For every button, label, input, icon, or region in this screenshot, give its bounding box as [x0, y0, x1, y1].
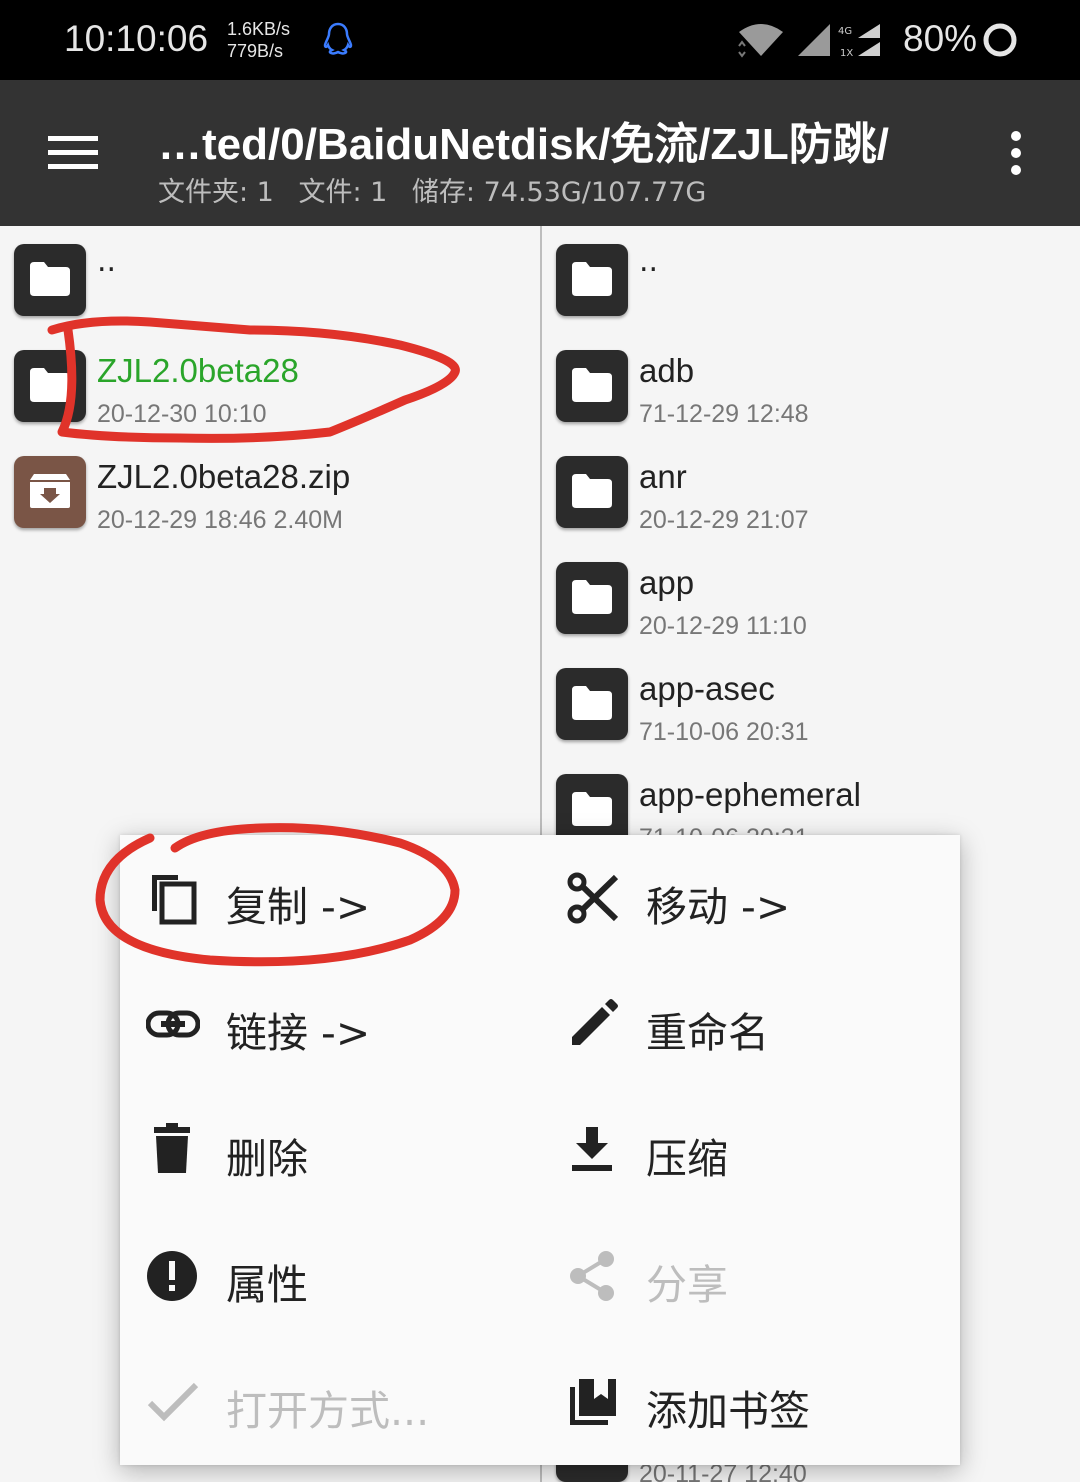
file-meta: 20-12-30 10:10 — [97, 400, 267, 428]
list-item[interactable]: app-asec 71-10-06 20:31 — [542, 650, 1080, 756]
menu-item-link[interactable]: 链接 -> — [120, 961, 540, 1087]
svg-text:4G: 4G — [838, 26, 852, 37]
file-name: app — [639, 564, 695, 601]
file-meta: 20-12-29 18:46 2.40M — [97, 506, 344, 534]
battery-icon — [983, 23, 1017, 57]
network-speed: 1.6KB/s 779B/s — [227, 18, 290, 62]
parent-directory-label: .. — [97, 244, 117, 279]
app-toolbar: …ted/0/BaiduNetdisk/免流/ZJL防跳/ 文件夹: 1 文件:… — [0, 80, 1080, 226]
file-meta: 71-10-06 20:31 — [639, 718, 809, 746]
speed-up: 779B/s — [227, 41, 284, 61]
file-meta: 20-12-29 21:07 — [639, 506, 809, 534]
copy-icon — [152, 875, 197, 925]
file-name: app-ephemeral — [639, 776, 861, 813]
wifi-icon — [738, 24, 783, 58]
menu-item-open-with[interactable]: 打开方式... — [120, 1339, 540, 1465]
speed-down: 1.6KB/s — [227, 19, 291, 39]
pencil-icon — [572, 999, 618, 1045]
battery-percent: 80% — [903, 18, 978, 59]
menu-item-share[interactable]: 分享 — [540, 1213, 960, 1339]
file-meta: 71-12-29 12:48 — [639, 400, 809, 428]
folder-icon — [556, 668, 628, 740]
folder-icon — [556, 456, 628, 528]
folder-count: 文件夹: 1 — [158, 177, 274, 208]
menu-item-properties[interactable]: 属性 — [120, 1213, 540, 1339]
path-title: …ted/0/BaiduNetdisk/免流/ZJL防跳/ — [158, 120, 889, 169]
menu-item-label: 复制 -> — [226, 883, 371, 931]
folder-icon — [14, 244, 86, 316]
status-bar: 10:10:06 1.6KB/s 779B/s 4G 1X 80% — [0, 0, 1080, 80]
archive-icon — [14, 456, 86, 528]
share-icon — [570, 1251, 614, 1301]
menu-item-label: 删除 — [226, 1135, 308, 1183]
list-item[interactable]: anr 20-12-29 21:07 — [542, 438, 1080, 544]
svg-text:1X: 1X — [840, 48, 853, 59]
link-icon — [146, 1010, 200, 1038]
file-name: app-asec — [639, 670, 775, 707]
menu-item-move[interactable]: 移动 -> — [540, 835, 960, 961]
trash-icon — [154, 1123, 190, 1173]
list-item[interactable]: adb 71-12-29 12:48 — [542, 332, 1080, 438]
download-icon — [572, 1127, 612, 1171]
list-item[interactable]: ZJL2.0beta28.zip 20-12-29 18:46 2.40M — [0, 438, 540, 544]
menu-item-label: 打开方式... — [226, 1387, 430, 1435]
menu-item-rename[interactable]: 重命名 — [540, 961, 960, 1087]
menu-item-label: 重命名 — [646, 1009, 769, 1057]
list-item[interactable]: ZJL2.0beta28 20-12-30 10:10 — [0, 332, 540, 438]
info-exclamation-icon — [147, 1251, 197, 1301]
parent-directory-row[interactable]: .. — [0, 226, 540, 332]
list-item[interactable]: app 20-12-29 11:10 — [542, 544, 1080, 650]
menu-item-label: 属性 — [226, 1261, 308, 1309]
file-name: adb — [639, 352, 695, 389]
file-count: 文件: 1 — [298, 177, 388, 208]
menu-item-delete[interactable]: 删除 — [120, 1087, 540, 1213]
menu-item-compress[interactable]: 压缩 — [540, 1087, 960, 1213]
context-menu: 复制 -> 移动 -> 链接 -> 重命名 删除 压缩 属性 分享 打开方式..… — [120, 835, 960, 1465]
parent-directory-label: .. — [639, 244, 659, 279]
file-name: ZJL2.0beta28.zip — [97, 458, 351, 495]
folder-icon — [14, 350, 86, 422]
bookmark-icon — [570, 1379, 616, 1425]
file-name: ZJL2.0beta28 — [97, 352, 299, 389]
qq-icon — [323, 22, 353, 55]
scissors-icon — [567, 872, 619, 924]
menu-item-label: 链接 -> — [226, 1009, 371, 1057]
menu-item-label: 分享 — [646, 1261, 728, 1309]
hamburger-menu-icon[interactable] — [46, 134, 100, 172]
status-time: 10:10:06 — [64, 18, 209, 59]
menu-item-label: 添加书签 — [646, 1387, 810, 1435]
path-summary: 文件夹: 1 文件: 1 储存: 74.53G/107.77G — [158, 170, 722, 209]
folder-icon — [556, 562, 628, 634]
storage-info: 储存: 74.53G/107.77G — [411, 177, 707, 208]
menu-item-label: 压缩 — [646, 1135, 728, 1183]
menu-item-label: 移动 -> — [646, 883, 791, 931]
check-icon — [147, 1382, 199, 1422]
folder-icon — [556, 350, 628, 422]
menu-item-copy[interactable]: 复制 -> — [120, 835, 540, 961]
4g-1x-icon: 4G 1X — [838, 24, 880, 59]
more-options-icon[interactable] — [1004, 130, 1028, 176]
signal-icon — [798, 24, 830, 56]
file-name: anr — [639, 458, 687, 495]
parent-directory-row[interactable]: .. — [542, 226, 1080, 332]
menu-item-bookmark[interactable]: 添加书签 — [540, 1339, 960, 1465]
file-meta: 20-12-29 11:10 — [639, 612, 807, 640]
folder-icon — [556, 244, 628, 316]
